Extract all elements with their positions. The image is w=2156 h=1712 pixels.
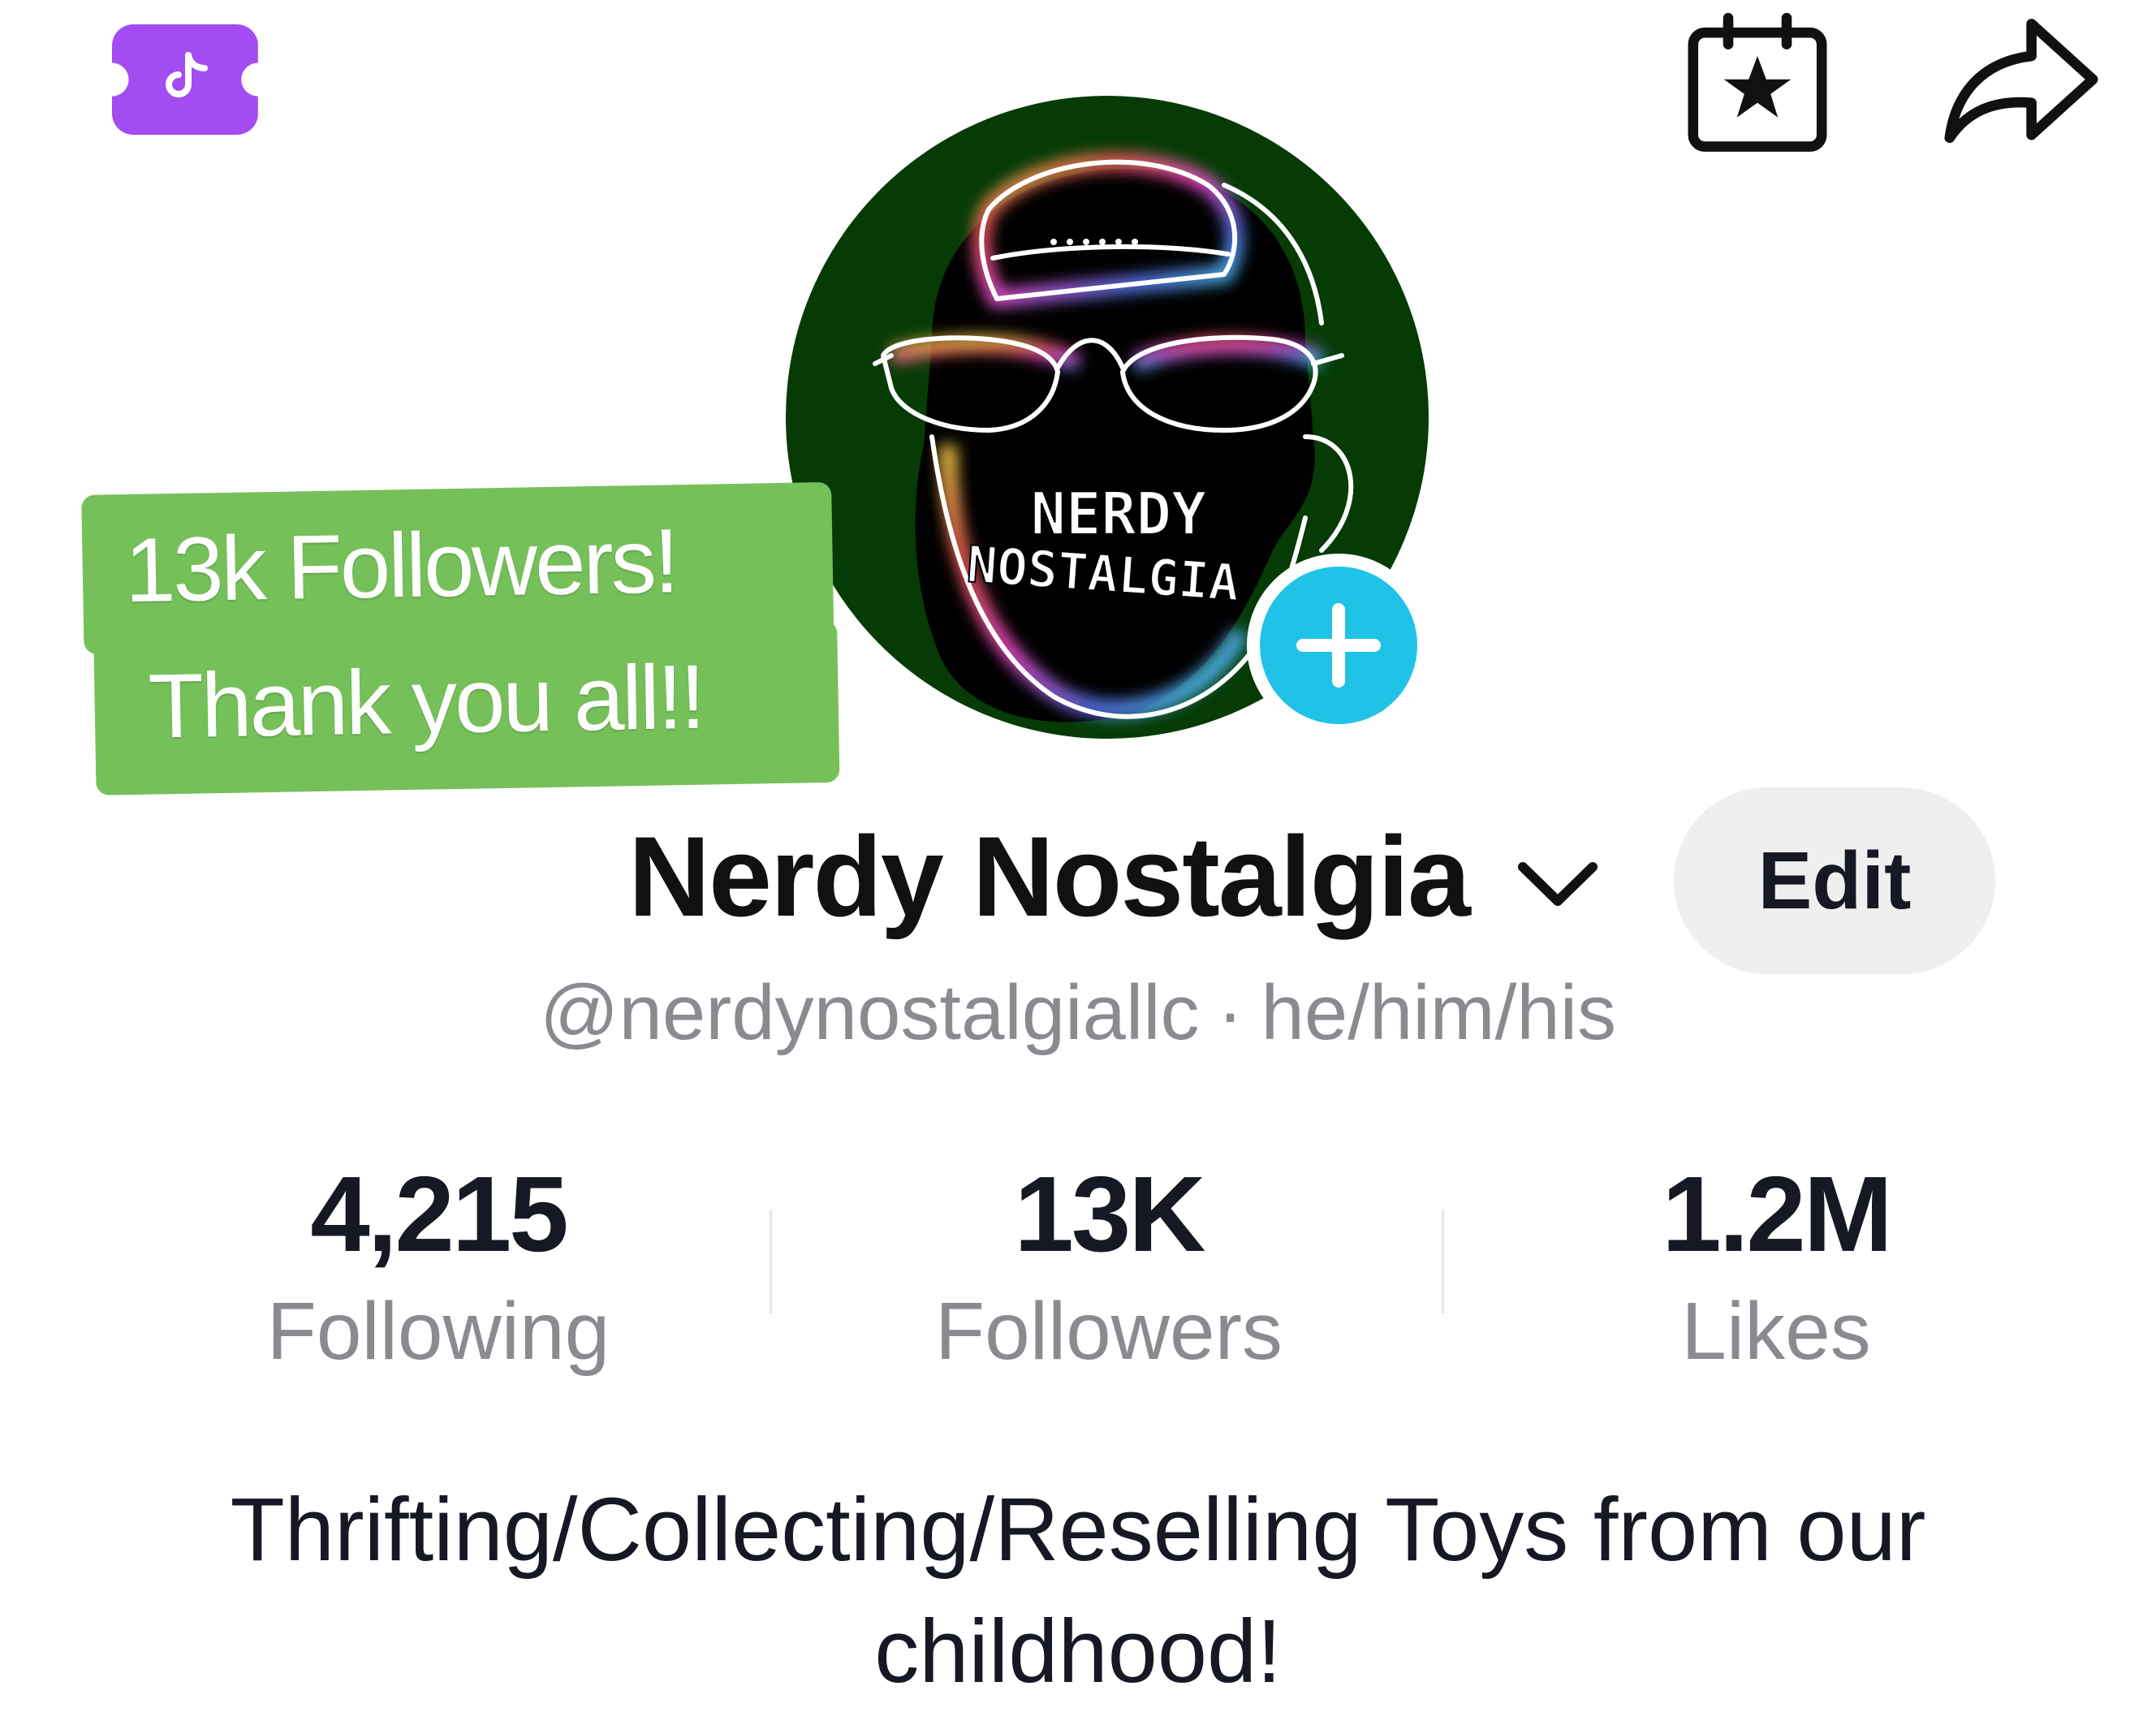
display-name[interactable]: Nerdy Nostalgia (628, 820, 1471, 934)
avatar-text-line1: NERDY (1031, 480, 1207, 548)
stat-followers[interactable]: 13K Followers (825, 1154, 1393, 1377)
share-button[interactable] (1932, 8, 2111, 162)
chevron-down-icon (1518, 862, 1598, 906)
username-handle[interactable]: @nerdynostalgiallc (540, 969, 1200, 1056)
followers-label: Followers (935, 1286, 1283, 1377)
profile-bio: Thrifting/Collecting/Reselling Toys from… (230, 1480, 1926, 1701)
caption-line-2: Thank you all!! (93, 619, 840, 796)
caption-sticker: 13k Followers! Thank you all!! (81, 474, 840, 805)
plus-icon (1296, 603, 1381, 688)
calendar-button[interactable] (1680, 8, 1835, 162)
calendar-star-icon (1688, 12, 1827, 152)
edit-profile-button[interactable]: Edit (1674, 787, 1995, 974)
stat-likes[interactable]: 1.2M Likes (1492, 1154, 2060, 1377)
stat-divider (770, 1210, 772, 1313)
following-label: Following (266, 1286, 610, 1377)
handle-separator: · (1217, 969, 1244, 1056)
stat-following[interactable]: 4,215 Following (154, 1154, 722, 1377)
tiktok-ticket-badge[interactable] (112, 24, 258, 135)
followers-count: 13K (1014, 1154, 1205, 1274)
pronouns: he/him/his (1261, 969, 1617, 1056)
following-count: 4,215 (310, 1154, 568, 1274)
likes-count: 1.2M (1662, 1154, 1892, 1274)
share-arrow-icon (1944, 19, 2098, 144)
handle-line: @nerdynostalgiallc · he/him/his (0, 974, 2156, 1052)
likes-label: Likes (1681, 1286, 1871, 1377)
account-switch-chevron[interactable] (1513, 852, 1602, 917)
stat-divider (1442, 1210, 1444, 1313)
tiktok-ticket-icon (153, 45, 218, 114)
add-profile-photo-button[interactable] (1247, 554, 1430, 737)
